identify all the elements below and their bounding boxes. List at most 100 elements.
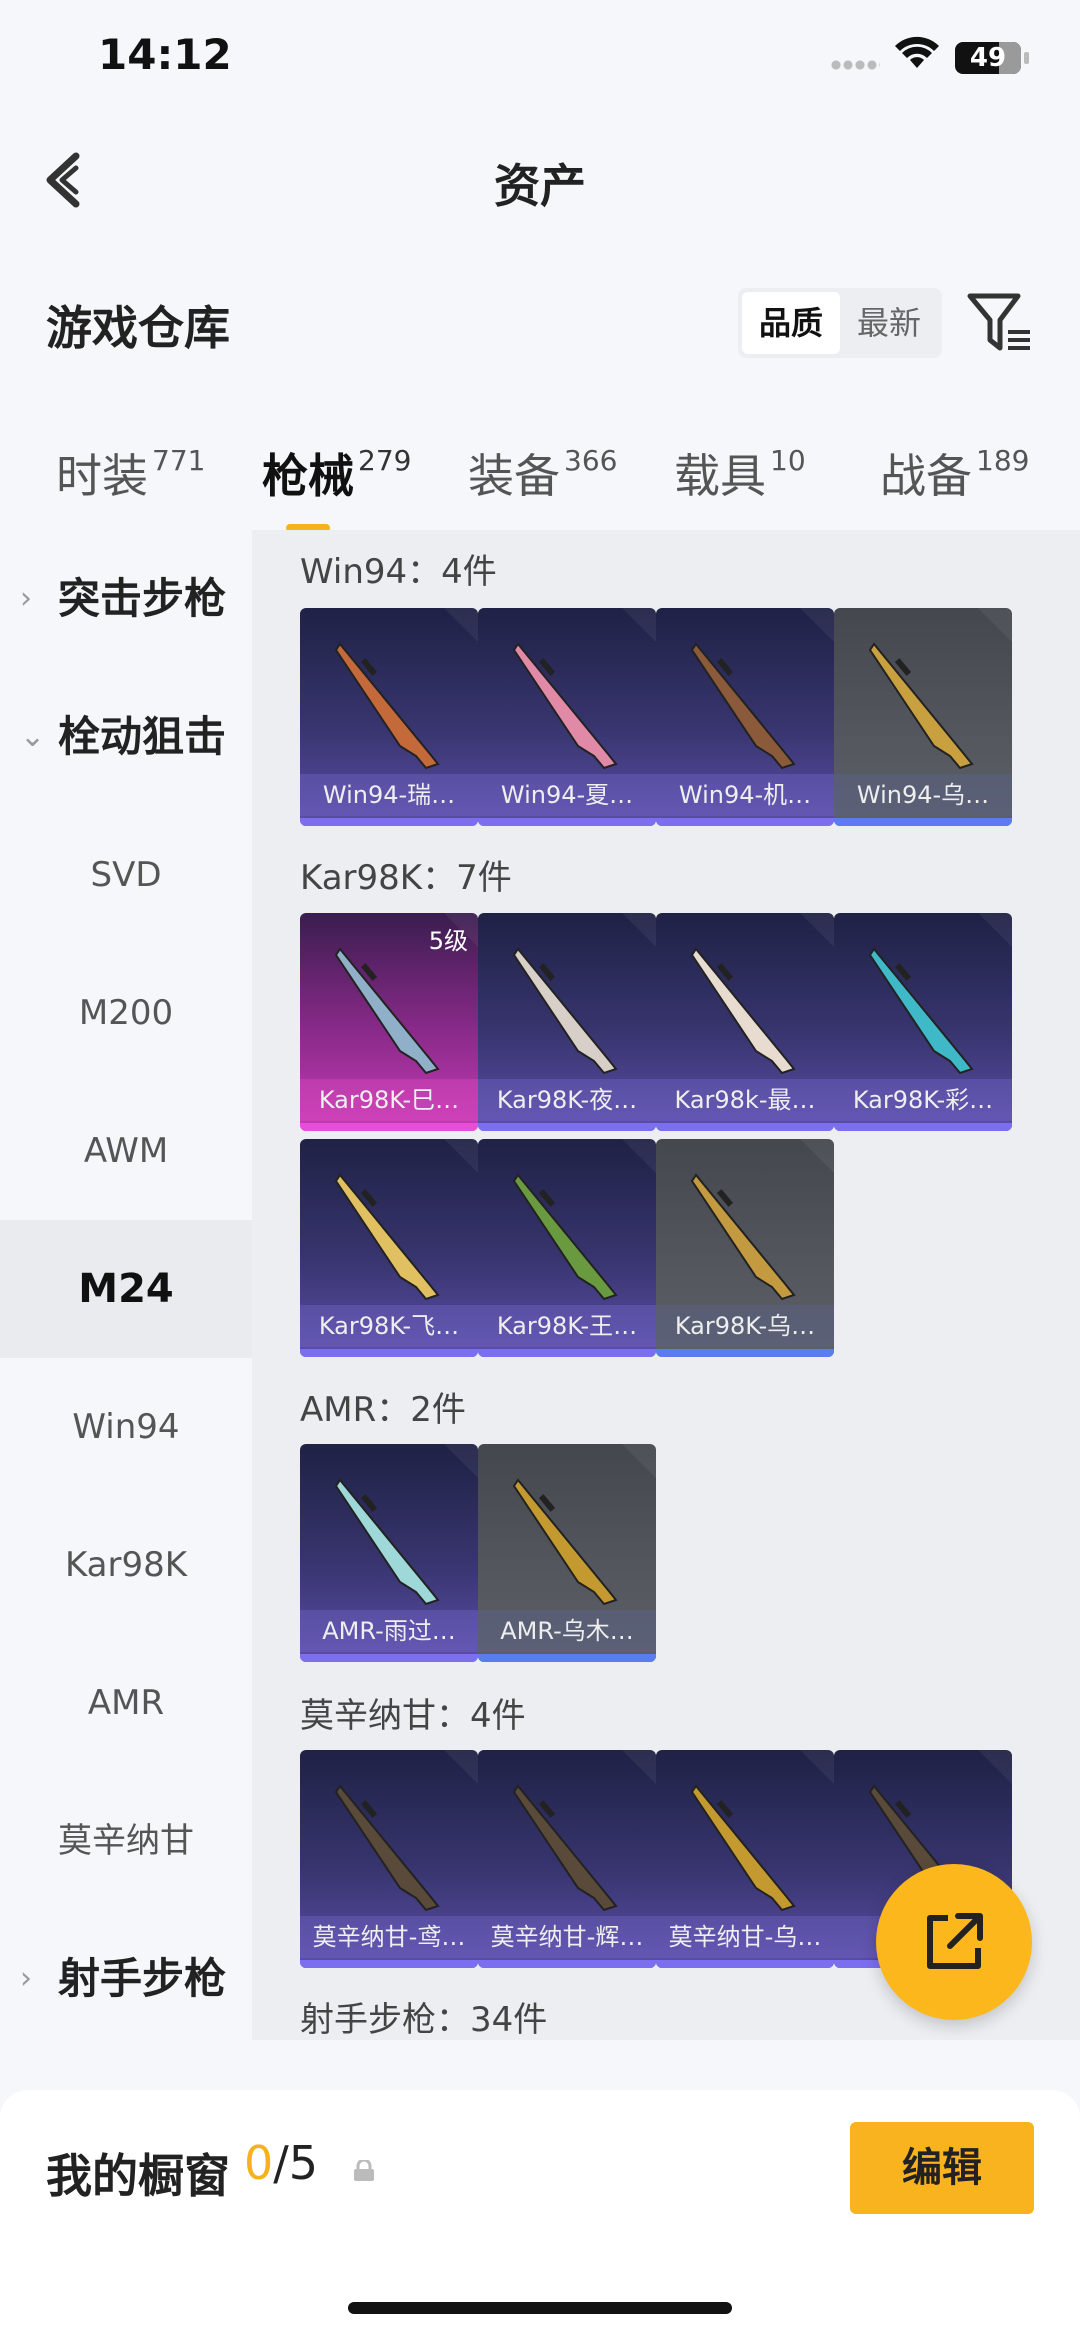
rifle-icon [690, 947, 796, 1075]
group-label-kar98k: Kar98K：7件 [300, 858, 512, 898]
weapon-card[interactable]: AMR-乌木… [478, 1444, 656, 1662]
category-tabs: 时装 771 枪械 279 装备 366 载具 10 战备 189 [0, 420, 1080, 532]
category-assault-rifle[interactable]: › 突击步枪 [0, 530, 252, 668]
weapon-name: Kar98K-夜… [478, 1079, 656, 1121]
weapon-name: Kar98K-彩… [834, 1079, 1012, 1121]
category-m200[interactable]: M200 [0, 944, 252, 1082]
category-awm[interactable]: AWM [0, 1082, 252, 1220]
showcase-bar: 我的橱窗 0/5 编辑 [0, 2090, 1080, 2339]
tab-label: 战备 [880, 449, 972, 503]
category-label: 栓动狙击 [58, 712, 227, 761]
rarity-bar [300, 1960, 478, 1968]
weapon-card[interactable]: 莫辛纳甘-乌… [656, 1750, 834, 1968]
weapon-name: Kar98K-飞… [300, 1305, 478, 1347]
weapon-card[interactable]: 莫辛纳甘-鸢… [300, 1750, 478, 1968]
category-label: 突击步枪 [58, 574, 227, 623]
tab-vehicles[interactable]: 载具 10 [674, 440, 806, 506]
group-label-amr: AMR：2件 [300, 1390, 466, 1430]
rarity-bar [656, 1960, 834, 1968]
rifle-icon [334, 1784, 440, 1912]
category-bolt-sniper[interactable]: ⌄ 栓动狙击 [0, 668, 252, 806]
rifle-icon [512, 1478, 618, 1606]
rarity-bar [300, 1349, 478, 1357]
sort-toggle[interactable]: 品质 最新 [738, 288, 942, 358]
rifle-icon [334, 1173, 440, 1301]
rarity-bar [478, 818, 656, 826]
tab-count: 10 [770, 444, 806, 477]
weapon-name: Kar98K-乌… [656, 1305, 834, 1347]
category-win94[interactable]: Win94 [0, 1358, 252, 1496]
tab-guns[interactable]: 枪械 279 [262, 440, 412, 532]
signal-icon [830, 60, 880, 70]
level-badge: 5级 [428, 927, 468, 955]
category-kar98k[interactable]: Kar98K [0, 1496, 252, 1634]
weapon-name: 莫辛纳甘-鸢… [300, 1916, 478, 1958]
rarity-bar [656, 818, 834, 826]
rifle-icon [868, 642, 974, 770]
weapon-card[interactable]: Win94-夏… [478, 608, 656, 826]
sort-quality-option[interactable]: 品质 [742, 292, 840, 354]
battery-icon: 49 [955, 42, 1029, 74]
category-svd[interactable]: SVD [0, 806, 252, 944]
tab-supplies[interactable]: 战备 189 [880, 440, 1029, 506]
category-marksman-rifle[interactable]: › 射手步枪 [0, 1910, 252, 2048]
rarity-bar [478, 1960, 656, 1968]
tab-label: 载具 [674, 449, 766, 503]
category-label: 射手步枪 [58, 1954, 227, 2003]
weapon-card[interactable]: Kar98K-夜… [478, 913, 656, 1131]
sort-newest-option[interactable]: 最新 [840, 292, 938, 354]
weapon-card[interactable]: Kar98K-乌… [656, 1139, 834, 1357]
weapon-name: Kar98K-巳… [300, 1079, 478, 1121]
weapon-card[interactable]: 莫辛纳甘-辉… [478, 1750, 656, 1968]
nav-bar: 资产 [0, 120, 1080, 240]
group-label-marksman: 射手步枪：34件 [300, 2000, 548, 2040]
weapon-card[interactable]: Kar98K-彩… [834, 913, 1012, 1131]
tab-count: 189 [976, 444, 1030, 477]
weapon-name: Kar98k-最… [656, 1079, 834, 1121]
edit-button[interactable]: 编辑 [850, 2122, 1034, 2214]
weapon-card[interactable]: Win94-机… [656, 608, 834, 826]
tab-count: 279 [358, 444, 412, 477]
rarity-bar [300, 818, 478, 826]
rifle-icon [512, 1784, 618, 1912]
tab-label: 装备 [468, 449, 560, 503]
weapon-card[interactable]: Win94-乌… [834, 608, 1012, 826]
share-button[interactable] [876, 1864, 1032, 2020]
weapon-card[interactable]: Kar98k-最… [656, 913, 834, 1131]
tab-label: 枪械 [262, 449, 354, 503]
weapon-name: Kar98K-王… [478, 1305, 656, 1347]
rarity-bar [300, 1123, 478, 1131]
rarity-bar [656, 1123, 834, 1131]
weapon-card[interactable]: Kar98K-王… [478, 1139, 656, 1357]
rifle-icon [690, 1173, 796, 1301]
status-bar: 14:12 49 [0, 0, 1080, 120]
weapon-name: Win94-瑞… [300, 774, 478, 816]
weapon-card[interactable]: Win94-瑞… [300, 608, 478, 826]
page-title: 资产 [494, 159, 586, 213]
weapon-name: Win94-乌… [834, 774, 1012, 816]
category-amr[interactable]: AMR [0, 1634, 252, 1772]
weapon-grid: Win94：4件 Kar98K：7件 AMR：2件 莫辛纳甘：4件 射手步枪：3… [252, 530, 1080, 2040]
showcase-label: 我的橱窗 [46, 2149, 230, 2203]
weapon-name: AMR-乌木… [478, 1610, 656, 1652]
rarity-bar [478, 1654, 656, 1662]
rifle-icon [690, 642, 796, 770]
filter-icon[interactable] [966, 290, 1036, 356]
group-label-win94: Win94：4件 [300, 552, 497, 592]
chevron-right-icon: › [20, 1961, 32, 1996]
category-m24[interactable]: M24 [0, 1220, 252, 1358]
rifle-icon [334, 642, 440, 770]
category-mosin-nagant[interactable]: 莫辛纳甘 [0, 1772, 252, 1910]
showcase-current: 0 [244, 2136, 274, 2190]
lock-icon [354, 2160, 374, 2181]
weapon-card[interactable]: AMR-雨过… [300, 1444, 478, 1662]
tab-equipment[interactable]: 装备 366 [468, 440, 617, 506]
weapon-card[interactable]: Kar98K-飞… [300, 1139, 478, 1357]
rarity-bar [478, 1123, 656, 1131]
tab-fashion[interactable]: 时装 771 [56, 440, 205, 506]
rifle-icon [690, 1784, 796, 1912]
chevron-down-icon: ⌄ [20, 719, 46, 754]
weapon-card[interactable]: Kar98K-巳… 5级 [300, 913, 478, 1131]
rifle-icon [334, 1478, 440, 1606]
chevron-right-icon: › [20, 581, 32, 616]
